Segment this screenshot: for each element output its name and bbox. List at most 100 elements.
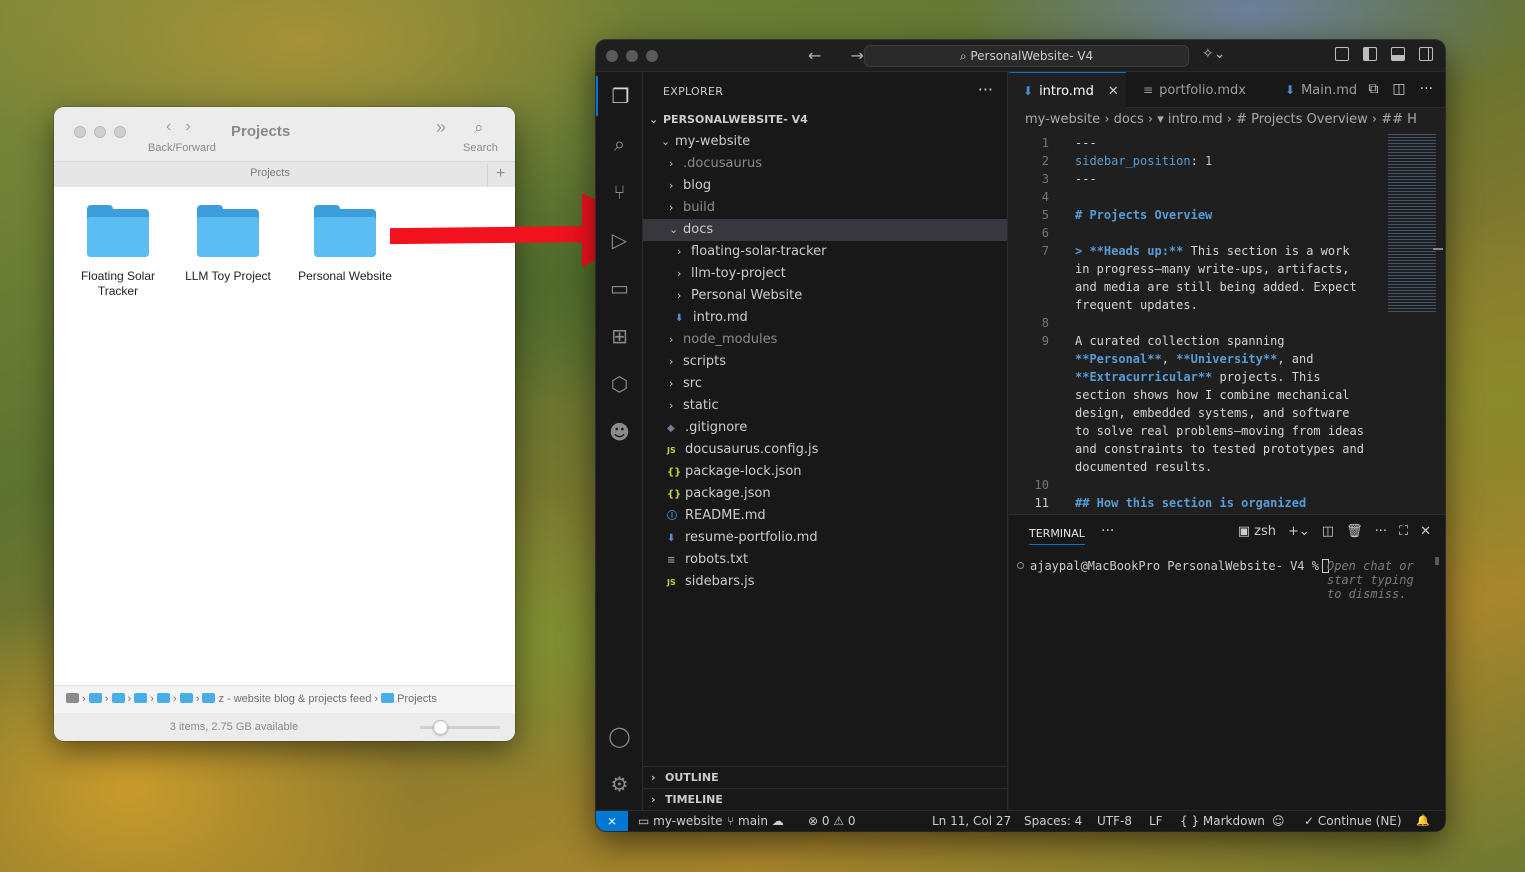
tree-item-robots[interactable]: ≡ robots.txt xyxy=(643,549,1007,571)
customize-layout-icon[interactable] xyxy=(1335,47,1349,61)
status-problems[interactable]: ⊗ 0 ⚠ 0 xyxy=(808,814,856,828)
back-forward-arrows-icon[interactable]: ‹› xyxy=(166,118,205,136)
new-tab-button[interactable]: + xyxy=(487,164,513,186)
tab-projects[interactable]: Projects xyxy=(54,167,486,179)
more-actions-icon[interactable]: ··· xyxy=(1375,524,1387,539)
alien-icon[interactable]: ☻ xyxy=(596,412,643,452)
minimize-button[interactable] xyxy=(94,126,106,138)
split-editor-icon[interactable]: ◫ xyxy=(1392,81,1405,97)
tree-item-scripts[interactable]: › scripts xyxy=(643,351,1007,373)
tree-item-docs[interactable]: ⌄ docs xyxy=(643,219,1007,241)
terminal-prompt[interactable]: ajaypal@MacBookPro PersonalWebsite- V4 % xyxy=(1017,559,1329,573)
tree-label: docusaurus.config.js xyxy=(685,442,819,457)
breadcrumb[interactable]: my-website › docs › ▾ intro.md › # Proje… xyxy=(1025,112,1445,127)
tree-item-package-lock[interactable]: {} package-lock.json xyxy=(643,461,1007,483)
tree-item-docusaurus[interactable]: › .docusaurus xyxy=(643,153,1007,175)
tab-main-md[interactable]: ⬇ Main.md xyxy=(1271,72,1361,108)
icon-size-slider[interactable] xyxy=(420,720,500,735)
toggle-secondary-sidebar-icon[interactable] xyxy=(1419,47,1433,61)
status-branch[interactable]: ⑂ main ☁ xyxy=(727,814,784,828)
maximize-panel-icon[interactable]: ⛶ xyxy=(1399,524,1408,539)
tree-item-sidebars[interactable]: JS sidebars.js xyxy=(643,571,1007,593)
tree-item-my-website[interactable]: ⌄ my-website xyxy=(643,131,1007,153)
copilot-icon[interactable]: ✧⌄ xyxy=(1202,46,1225,62)
chevron-right-icon: › xyxy=(669,157,674,170)
search-icon[interactable]: ⌕ xyxy=(596,124,643,164)
panel-more-icon[interactable]: ··· xyxy=(1101,523,1114,539)
status-indentation[interactable]: Spaces: 4 xyxy=(1024,814,1082,828)
path-folder-icon[interactable] xyxy=(156,693,170,703)
minimap[interactable] xyxy=(1388,134,1436,314)
bell-icon[interactable]: 🔔 xyxy=(1416,814,1430,827)
command-center-search[interactable]: ⌕ PersonalWebsite- V4 xyxy=(864,45,1189,67)
zoom-button[interactable] xyxy=(114,126,126,138)
timeline-section[interactable]: › TIMELINE xyxy=(643,788,1007,810)
close-icon[interactable]: ✕ xyxy=(1108,84,1119,99)
tree-item-intro-md[interactable]: ⬇ intro.md xyxy=(643,307,1007,329)
accounts-icon[interactable]: ◯ xyxy=(596,716,643,756)
tree-item-static[interactable]: › static xyxy=(643,395,1007,417)
status-folder[interactable]: ▭ my-website xyxy=(638,814,723,828)
minimize-button[interactable] xyxy=(626,50,638,62)
status-language[interactable]: { } Markdown xyxy=(1180,814,1265,828)
remote-indicator-icon[interactable]: ⨯ xyxy=(596,811,628,831)
more-actions-icon[interactable]: ··· xyxy=(1420,81,1433,97)
status-continue[interactable]: ✓ Continue (NE) xyxy=(1304,814,1402,828)
editor-scrollbar[interactable] xyxy=(1433,248,1443,250)
tab-portfolio-mdx[interactable]: ≡ portfolio.mdx xyxy=(1129,72,1269,108)
trash-icon[interactable]: 🗑 xyxy=(1346,524,1363,539)
tree-item-gitignore[interactable]: ◆ .gitignore xyxy=(643,417,1007,439)
explorer-more-actions[interactable]: ··· xyxy=(978,80,993,99)
tree-item-llm-toy-project[interactable]: › llm-toy-project xyxy=(643,263,1007,285)
zoom-button[interactable] xyxy=(646,50,658,62)
tree-item-docusaurus-config[interactable]: JS docusaurus.config.js xyxy=(643,439,1007,461)
new-terminal-icon[interactable]: +⌄ xyxy=(1288,524,1310,539)
disk-icon[interactable] xyxy=(66,693,79,703)
explorer-root-folder[interactable]: ⌄ PERSONALWEBSITE- V4 xyxy=(643,109,1007,131)
tab-terminal[interactable]: TERMINAL xyxy=(1029,527,1085,545)
folder-item-personal-website[interactable]: Personal Website xyxy=(285,205,405,284)
folder-item-floating-solar-tracker[interactable]: Floating Solar Tracker xyxy=(58,205,178,299)
terminal-shell-icon[interactable]: ▣ zsh xyxy=(1238,524,1276,539)
toggle-panel-icon[interactable] xyxy=(1391,47,1405,61)
path-folder-icon[interactable] xyxy=(179,693,193,703)
toggle-primary-sidebar-icon[interactable] xyxy=(1363,47,1377,61)
status-eol[interactable]: LF xyxy=(1149,814,1163,828)
open-preview-icon[interactable]: ⧉ xyxy=(1368,81,1378,97)
tree-item-floating-solar-tracker[interactable]: › floating-solar-tracker xyxy=(643,241,1007,263)
extensions-icon[interactable]: ⊞ xyxy=(596,316,643,356)
path-folder-icon[interactable] xyxy=(88,693,102,703)
source-control-icon[interactable]: ⑂ xyxy=(596,172,643,212)
tree-item-package-json[interactable]: {} package.json xyxy=(643,483,1007,505)
close-button[interactable] xyxy=(606,50,618,62)
tree-item-resume-portfolio[interactable]: ⬇ resume-portfolio.md xyxy=(643,527,1007,549)
tree-item-src[interactable]: › src xyxy=(643,373,1007,395)
remote-explorer-icon[interactable]: ▭ xyxy=(596,268,643,308)
tree-item-build[interactable]: › build xyxy=(643,197,1007,219)
close-button[interactable] xyxy=(74,126,86,138)
tab-intro-md[interactable]: ⬇ intro.md ✕ xyxy=(1009,72,1126,108)
outline-section[interactable]: › OUTLINE xyxy=(643,766,1007,788)
copilot-status-icon[interactable]: ☺ xyxy=(1272,814,1285,828)
settings-gear-icon[interactable]: ⚙ xyxy=(596,764,643,804)
search-icon[interactable]: ⌕ xyxy=(474,118,484,138)
run-debug-icon[interactable]: ▷ xyxy=(596,220,643,260)
tree-item-node-modules[interactable]: › node_modules xyxy=(643,329,1007,351)
tree-item-personal-website[interactable]: › Personal Website xyxy=(643,285,1007,307)
panel-scrollbar[interactable] xyxy=(1435,557,1439,565)
files-icon[interactable]: ❐ xyxy=(596,76,643,116)
tree-item-blog[interactable]: › blog xyxy=(643,175,1007,197)
close-panel-icon[interactable]: ✕ xyxy=(1420,524,1431,539)
path-folder-icon[interactable] xyxy=(111,693,125,703)
folder-item-llm-toy-project[interactable]: LLM Toy Project xyxy=(168,205,288,284)
path-folder-icon[interactable] xyxy=(134,693,148,703)
status-cursor-position[interactable]: Ln 11, Col 27 xyxy=(932,814,1011,828)
path-segment-website[interactable]: z - website blog & projects feed xyxy=(218,693,371,705)
slider-knob[interactable] xyxy=(433,720,448,735)
split-terminal-icon[interactable]: ◫ xyxy=(1322,524,1334,539)
path-segment-projects[interactable]: Projects xyxy=(397,693,437,705)
status-encoding[interactable]: UTF-8 xyxy=(1097,814,1132,828)
toolbar-overflow-icon[interactable]: » xyxy=(436,117,446,138)
tree-item-readme[interactable]: ⓘ README.md xyxy=(643,505,1007,527)
containers-icon[interactable]: ⬡ xyxy=(596,364,643,404)
